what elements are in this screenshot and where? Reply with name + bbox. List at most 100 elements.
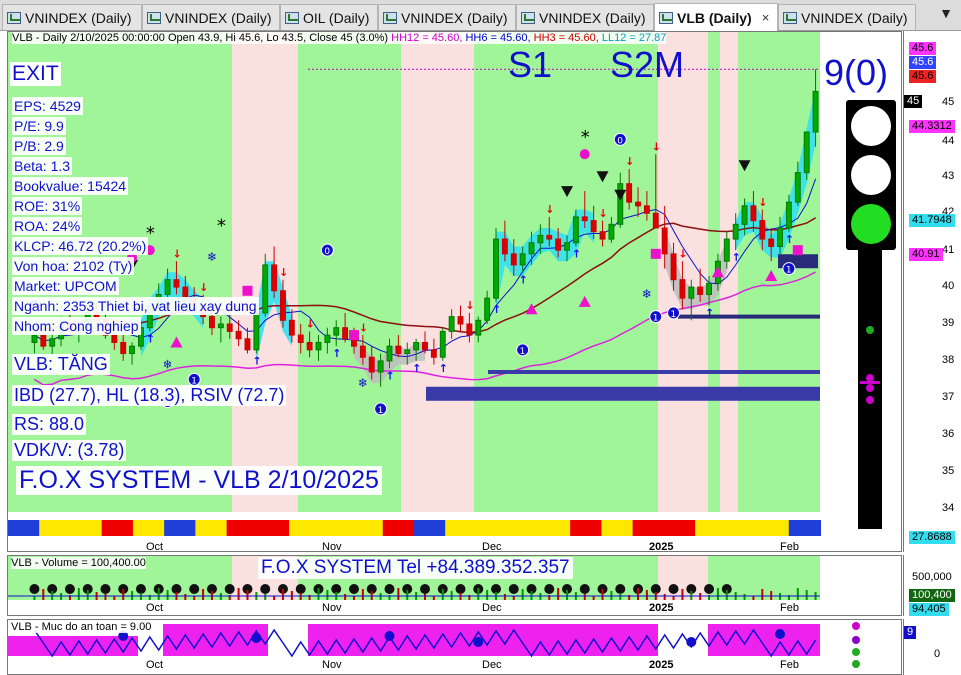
traffic-lamp-middle [851, 155, 891, 195]
candle-body [652, 212, 659, 229]
chart-tab-icon [383, 11, 397, 24]
tab-vnindex-5[interactable]: VNINDEX (Daily) [778, 4, 916, 30]
star-marker: * [581, 127, 590, 148]
fund-roa: ROA: 24% [12, 217, 83, 235]
pole-indicator-bar [860, 381, 880, 384]
tab-vnindex-3[interactable]: VNINDEX (Daily) [378, 4, 516, 30]
pole-indicator-dot [866, 384, 874, 392]
volume-bar [601, 589, 604, 600]
tab-label: VNINDEX (Daily) [25, 9, 132, 26]
signal-strip-segment [601, 520, 634, 536]
candle-body [546, 234, 553, 240]
volume-bar [397, 588, 400, 600]
numbered-dot-label: 1 [671, 310, 677, 320]
down-arrow-icon: ↓ [279, 266, 288, 279]
down-arrow-icon: ↓ [359, 321, 368, 334]
volume-bar [592, 596, 595, 600]
numbered-dot-label: 0 [324, 247, 330, 257]
candle-body [732, 223, 739, 240]
ma-fast-price-tag: 44.3312 [909, 120, 955, 133]
candle-body [457, 316, 464, 325]
traffic-light-pole [858, 250, 882, 529]
tab-vnindex-2[interactable]: VNINDEX (Daily) [142, 4, 280, 30]
volume-panel[interactable]: VLB - Volume = 100,400.00 F.O.X SYSTEM T… [7, 555, 902, 616]
up-arrow-icon: ↑ [332, 347, 341, 360]
signal-strip-segment [476, 520, 509, 536]
traffic-light-housing [846, 100, 896, 250]
tab-label: VNINDEX (Daily) [401, 9, 508, 26]
candle-body [120, 341, 127, 355]
year-label-2025: 2025 [649, 659, 674, 671]
tab-vnindex-4[interactable]: VNINDEX (Daily) [516, 4, 654, 30]
candle-body [448, 316, 455, 332]
volume-bar [202, 589, 205, 600]
volume-bar [317, 588, 320, 600]
candle-body [777, 227, 783, 247]
tab-list-dropdown-icon[interactable]: ▼ [939, 5, 953, 21]
volume-bar [344, 594, 347, 600]
safety-axis[interactable]: 0 9 [903, 619, 961, 675]
tab-oil[interactable]: OIL (Daily) [280, 4, 378, 30]
up-arrow-icon: ↑ [572, 248, 581, 261]
up-arrow-icon: ↑ [412, 362, 421, 375]
candle-body [750, 205, 757, 222]
volume-bar [246, 590, 249, 600]
fund-beta: Beta: 1.3 [12, 157, 73, 175]
volume-bar [796, 588, 799, 600]
candle-body [315, 341, 322, 351]
candle-body [377, 360, 384, 373]
candle-body [244, 338, 251, 351]
hh12-price-tag: 45.6 [909, 42, 937, 55]
safety-status-dot [852, 636, 860, 644]
candle-body [661, 227, 668, 255]
signal-strip-segment [164, 520, 197, 536]
pole-indicator-dot [866, 396, 874, 404]
snowflake-icon: ❄ [163, 357, 173, 371]
signal-strip-segment [570, 520, 603, 536]
volume-bar [86, 590, 89, 600]
up-arrow-icon: ↑ [705, 307, 714, 320]
up-arrow-icon: ↑ [252, 355, 261, 368]
month-label-oct: Oct [146, 602, 164, 614]
volume-dot [579, 584, 590, 594]
volume-bar [113, 596, 116, 600]
candle-body [590, 220, 597, 233]
fund-nganh: Nganh: 2353 Thiet bi, vat lieu xay dung [12, 297, 259, 315]
candle-body [430, 349, 437, 358]
candle-body [528, 242, 535, 255]
year-label-2025: 2025 [649, 541, 674, 552]
volume-bar [725, 590, 728, 600]
candle-body [626, 183, 633, 203]
safety-panel[interactable]: VLB - Muc do an toan = 9.00 Oct Nov Dec … [7, 619, 902, 675]
candle-body [49, 338, 56, 347]
volume-axis[interactable]: 500,000 100,400 94,405 [903, 555, 961, 616]
chart-tab-icon [147, 11, 161, 24]
pole-dots [860, 326, 880, 404]
fund-market: Market: UPCOM [12, 277, 119, 295]
fund-eps: EPS: 4529 [12, 97, 83, 115]
volume-bar [663, 594, 666, 600]
down-arrow-icon: ↓ [678, 248, 687, 261]
candle-body [368, 356, 375, 373]
score-label: 9(0) [824, 52, 889, 93]
price-chart-panel[interactable]: ***❄❄❄❄↓↑↓↓↓↑↓↓↑↓↑↑↑↓↑↑↓↑↓↓↓↓↑↑↓↑1111001… [7, 31, 902, 552]
down-arrow-icon: ↓ [545, 203, 554, 216]
price-axis[interactable]: 45 44 43 42 41 40 39 38 37 36 35 34 45.6… [903, 31, 961, 552]
candle-body [324, 334, 331, 343]
up-arrow-icon: ↑ [732, 251, 741, 264]
tab-vlb[interactable]: VLB (Daily) × [654, 3, 778, 31]
signal-strip-segment [8, 520, 41, 536]
volume-dot [295, 584, 306, 594]
fund-bookvalue: Bookvalue: 15424 [12, 177, 129, 195]
candle-body [501, 238, 508, 255]
tab-vnindex-1[interactable]: VNINDEX (Daily) [2, 4, 142, 30]
hh6-value: HH6 = 45.60, [465, 32, 531, 44]
fund-roe: ROE: 31% [12, 197, 83, 215]
candle-body [519, 253, 526, 266]
candle-body [555, 238, 562, 251]
signal-strip-segment [663, 520, 697, 536]
month-label-nov: Nov [322, 659, 342, 671]
volume-dot [615, 584, 626, 594]
close-icon[interactable]: × [762, 10, 770, 25]
signal-strip-segment [507, 520, 540, 536]
